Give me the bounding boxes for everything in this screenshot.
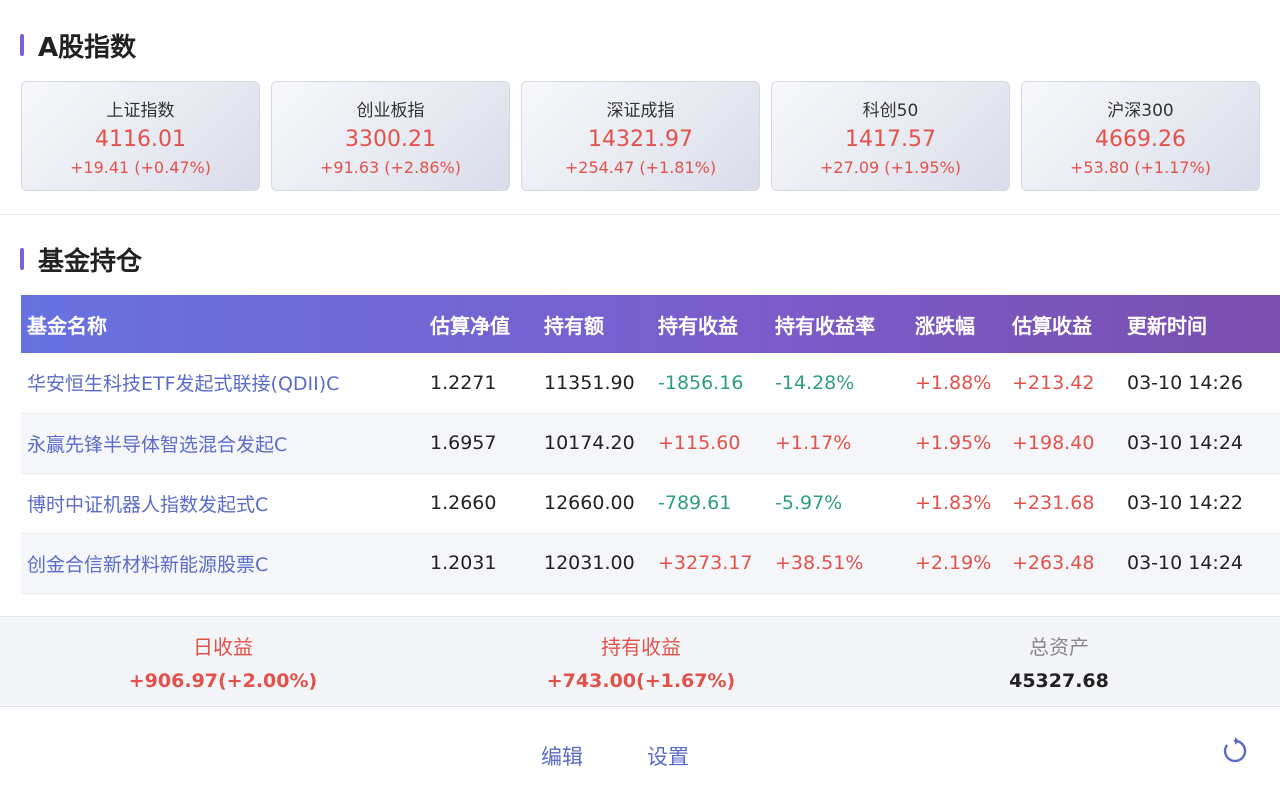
change-percent: +2.19% [909,533,1006,594]
fund-section-title-text: 基金持仓 [38,246,143,277]
title-accent-bar [20,34,24,56]
holding-amount: 12660.00 [538,473,652,534]
index-name: 沪深300 [1107,100,1174,121]
edit-button[interactable]: 编辑 [541,741,583,771]
settings-button[interactable]: 设置 [647,741,689,771]
estimated-nav: 1.6957 [424,413,538,474]
index-card[interactable]: 创业板指 3300.21 +91.63 (+2.86%) [271,81,510,191]
total-assets-summary: 总资产 45327.68 [909,617,1209,708]
index-value: 4116.01 [95,126,186,152]
table-header-row: 基金名称 估算净值 持有额 持有收益 持有收益率 涨跌幅 估算收益 更新时间 [21,295,1280,353]
section-divider [0,214,1280,215]
estimated-profit: +213.42 [1006,353,1121,414]
index-value: 1417.57 [845,126,936,152]
index-change: +53.80 (+1.17%) [1069,157,1211,177]
index-card[interactable]: 深证成指 14321.97 +254.47 (+1.81%) [521,81,760,191]
index-name: 科创50 [862,100,919,121]
estimated-nav: 1.2660 [424,473,538,534]
estimated-profit: +198.40 [1006,413,1121,474]
index-name: 深证成指 [606,100,675,121]
estimated-nav: 1.2271 [424,353,538,414]
index-card-row: 上证指数 4116.01 +19.41 (+0.47%) 创业板指 3300.2… [21,81,1260,191]
change-percent: +1.95% [909,413,1006,474]
index-change: +91.63 (+2.86%) [319,157,461,177]
fund-name-link[interactable]: 华安恒生科技ETF发起式联接(QDII)C [21,353,424,414]
total-assets-value: 45327.68 [1009,670,1109,692]
index-section-title-text: A股指数 [38,32,137,63]
estimated-nav: 1.2031 [424,533,538,594]
table-row[interactable]: 博时中证机器人指数发起式C 1.2660 12660.00 -789.61 -5… [21,473,1280,534]
index-change: +254.47 (+1.81%) [564,157,717,177]
update-time: 03-10 14:26 [1121,353,1280,414]
daily-profit-value: +906.97(+2.00%) [128,670,318,692]
column-header[interactable]: 涨跌幅 [909,295,1006,353]
daily-profit-summary: 日收益 +906.97(+2.00%) [73,617,373,708]
column-header[interactable]: 持有额 [538,295,652,353]
estimated-profit: +231.68 [1006,473,1121,534]
fund-name-link[interactable]: 博时中证机器人指数发起式C [21,473,424,534]
fund-section-title: 基金持仓 [20,242,143,277]
table-row[interactable]: 永赢先锋半导体智选混合发起C 1.6957 10174.20 +115.60 +… [21,413,1280,474]
holding-profit-value: +743.00(+1.67%) [546,670,736,692]
title-accent-bar [20,248,24,270]
fund-holdings-table: 基金名称 估算净值 持有额 持有收益 持有收益率 涨跌幅 估算收益 更新时间 华… [21,295,1280,594]
daily-profit-label: 日收益 [193,635,253,659]
index-card[interactable]: 沪深300 4669.26 +53.80 (+1.17%) [1021,81,1260,191]
holding-profit: +3273.17 [652,533,769,594]
holding-amount: 12031.00 [538,533,652,594]
holding-profit-summary: 持有收益 +743.00(+1.67%) [491,617,791,708]
holding-profit: -789.61 [652,473,769,534]
index-card[interactable]: 科创50 1417.57 +27.09 (+1.95%) [771,81,1010,191]
update-time: 03-10 14:24 [1121,413,1280,474]
index-change: +19.41 (+0.47%) [69,157,211,177]
index-value: 3300.21 [345,126,436,152]
fund-name-link[interactable]: 永赢先锋半导体智选混合发起C [21,413,424,474]
holding-amount: 10174.20 [538,413,652,474]
holding-amount: 11351.90 [538,353,652,414]
total-assets-label: 总资产 [1029,635,1089,659]
holding-profit-rate: -14.28% [769,353,909,414]
index-name: 上证指数 [106,100,175,121]
holding-profit-rate: +1.17% [769,413,909,474]
summary-bar: 日收益 +906.97(+2.00%) 持有收益 +743.00(+1.67%)… [0,616,1280,707]
index-value: 14321.97 [588,126,693,152]
table-row[interactable]: 华安恒生科技ETF发起式联接(QDII)C 1.2271 11351.90 -1… [21,353,1280,414]
column-header[interactable]: 基金名称 [21,295,424,353]
holding-profit-rate: -5.97% [769,473,909,534]
change-percent: +1.88% [909,353,1006,414]
fund-name-link[interactable]: 创金合信新材料新能源股票C [21,533,424,594]
holding-profit-label: 持有收益 [601,635,681,659]
table-row[interactable]: 创金合信新材料新能源股票C 1.2031 12031.00 +3273.17 +… [21,533,1280,594]
holding-profit: +115.60 [652,413,769,474]
column-header[interactable]: 估算净值 [424,295,538,353]
change-percent: +1.83% [909,473,1006,534]
index-change: +27.09 (+1.95%) [819,157,961,177]
index-card[interactable]: 上证指数 4116.01 +19.41 (+0.47%) [21,81,260,191]
update-time: 03-10 14:24 [1121,533,1280,594]
estimated-profit: +263.48 [1006,533,1121,594]
refresh-icon-glyph [1223,737,1247,763]
index-section-title: A股指数 [20,28,137,63]
column-header[interactable]: 持有收益 [652,295,769,353]
column-header[interactable]: 估算收益 [1006,295,1121,353]
holding-profit-rate: +38.51% [769,533,909,594]
column-header[interactable]: 持有收益率 [769,295,909,353]
column-header[interactable]: 更新时间 [1121,295,1280,353]
index-value: 4669.26 [1095,126,1186,152]
refresh-icon[interactable] [1220,736,1250,766]
update-time: 03-10 14:22 [1121,473,1280,534]
holding-profit: -1856.16 [652,353,769,414]
index-name: 创业板指 [356,100,425,121]
